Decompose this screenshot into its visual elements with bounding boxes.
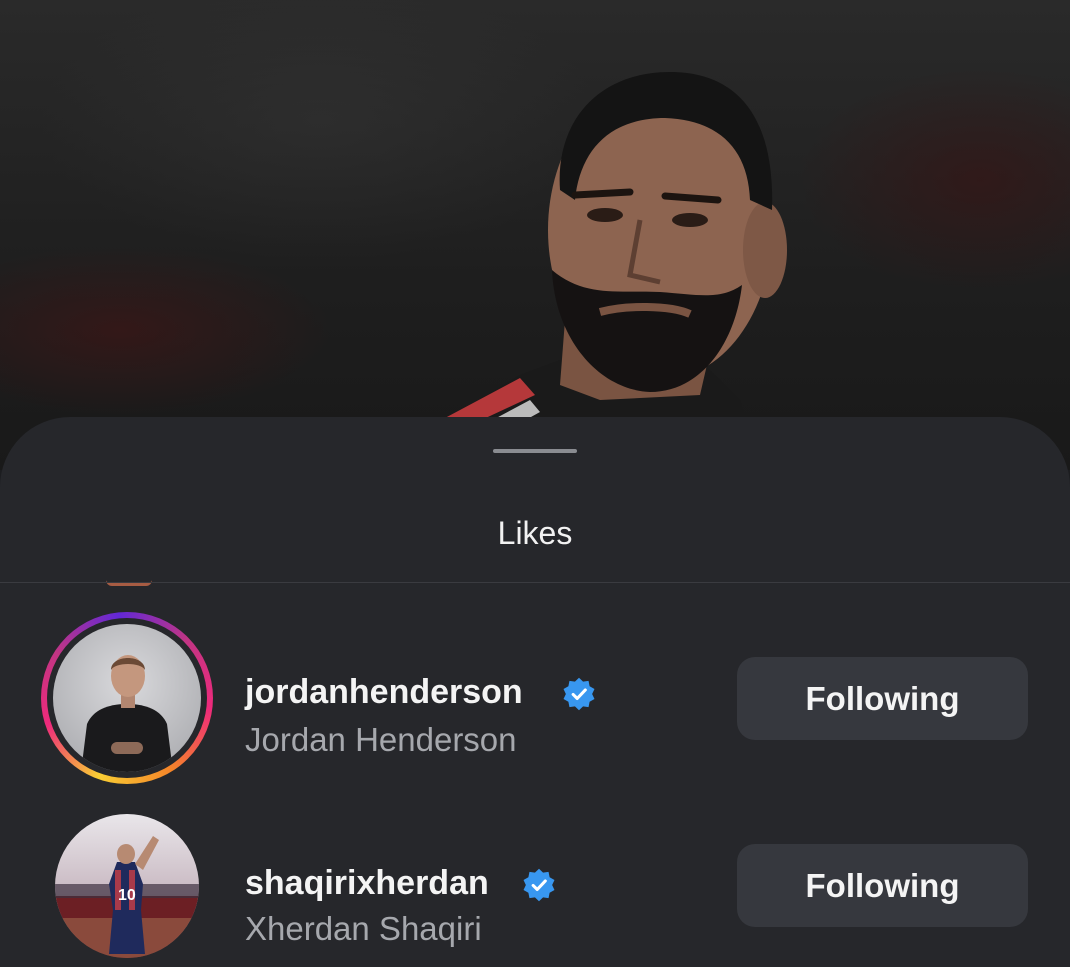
avatar-image (53, 624, 201, 772)
drag-handle-icon[interactable] (493, 449, 577, 453)
verified-badge-icon (523, 868, 555, 902)
svg-text:10: 10 (118, 887, 136, 904)
avatar-story-ring[interactable] (41, 612, 213, 784)
likes-sheet: Likes jordanhenderson Jordan Henderson F… (0, 417, 1070, 967)
sheet-title: Likes (497, 515, 573, 551)
full-name: Xherdan Shaqiri (245, 910, 482, 947)
player-photo-illustration (440, 72, 787, 470)
avatar[interactable]: 10 (55, 814, 199, 958)
username[interactable]: shaqirixherdan (245, 863, 489, 903)
verified-badge-icon (563, 677, 595, 711)
avatar-image: 10 (55, 814, 199, 958)
list-item[interactable]: 10 shaqirixherdan Xherdan Shaqiri Follow… (0, 805, 1070, 967)
following-button[interactable]: Following (737, 844, 1028, 927)
list-item[interactable]: jordanhenderson Jordan Henderson Followi… (0, 612, 1070, 792)
partially-hidden-avatar (106, 580, 152, 586)
background-post-photo (0, 0, 1070, 470)
sheet-divider (0, 582, 1070, 583)
username[interactable]: jordanhenderson (245, 672, 523, 712)
following-button[interactable]: Following (737, 657, 1028, 740)
full-name: Jordan Henderson (245, 721, 517, 758)
screen: Likes jordanhenderson Jordan Henderson F… (0, 0, 1070, 967)
avatar (53, 624, 201, 772)
